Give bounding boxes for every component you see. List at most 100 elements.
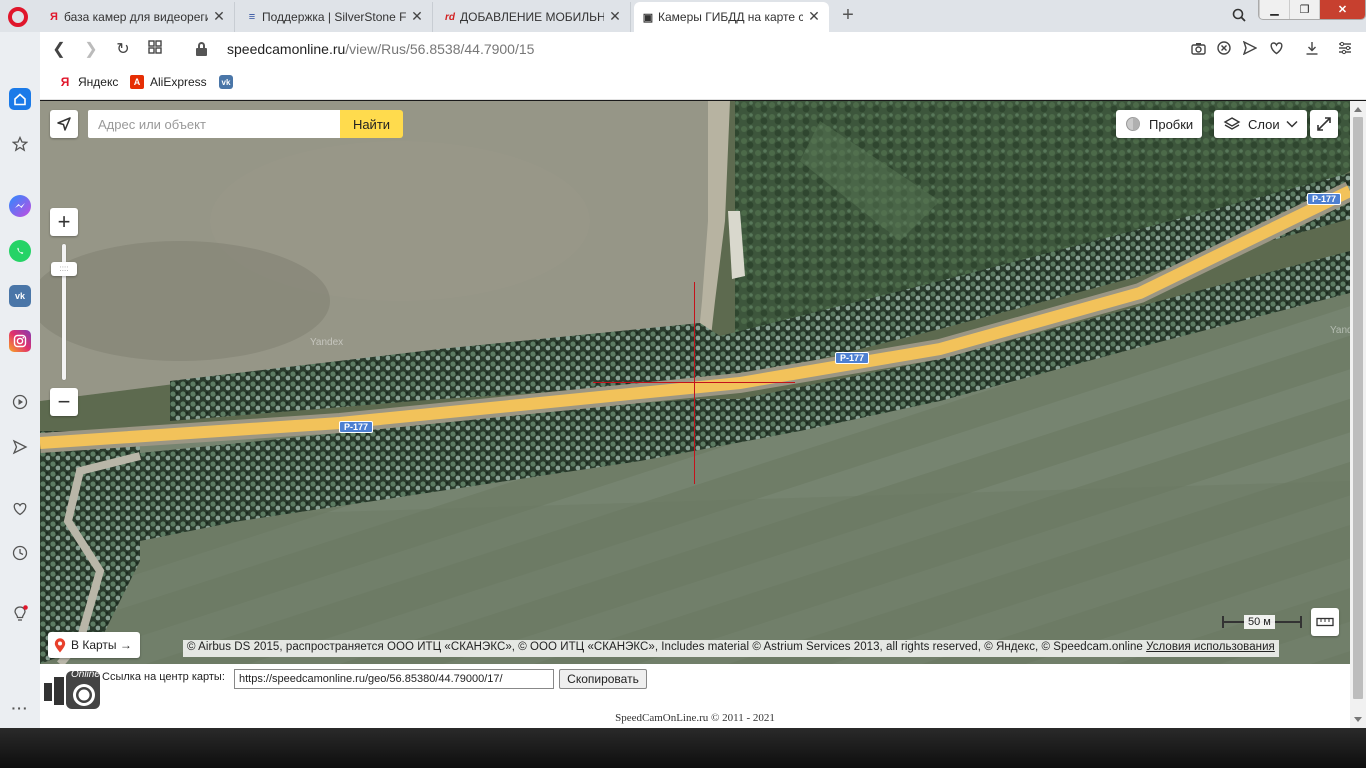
speedcam-icon: ▣	[642, 11, 654, 24]
map-center-crosshair	[593, 382, 795, 383]
bookmark-yandex[interactable]: Я Яндекс	[58, 75, 119, 89]
map-pin-icon	[54, 637, 66, 652]
find-button[interactable]: Найти	[340, 110, 403, 138]
speedcamonline-logo[interactable]: Online	[44, 669, 100, 709]
window-close-button[interactable]: ✕	[1319, 0, 1365, 19]
lock-icon[interactable]	[196, 42, 207, 56]
window-controls: ▁ ❐ ✕	[1258, 0, 1366, 20]
ruler-button[interactable]	[1311, 608, 1339, 636]
instagram-icon[interactable]	[9, 330, 31, 352]
tab-add-mobile[interactable]: rd ДОБАВЛЕНИЕ МОБИЛЬНЫХ ✕	[436, 2, 631, 32]
vk-icon: vk	[219, 75, 233, 89]
reload-button[interactable]: ↻	[113, 40, 133, 60]
zoom-slider-thumb[interactable]: ::::	[51, 262, 77, 277]
scroll-down-icon[interactable]	[1354, 717, 1362, 722]
scrollbar-thumb[interactable]	[1353, 117, 1363, 699]
chevron-down-icon	[1286, 120, 1298, 128]
url-host: speedcamonline.ru	[227, 41, 346, 57]
camera-icon[interactable]	[1189, 41, 1207, 59]
yandex-icon: Я	[50, 11, 58, 23]
map-center-crosshair	[694, 282, 695, 484]
adblock-icon[interactable]	[1215, 41, 1233, 59]
close-icon[interactable]: ✕	[806, 8, 822, 24]
road-badge: Р-177	[1307, 193, 1342, 205]
geolocation-button[interactable]	[50, 110, 78, 138]
map-viewport[interactable]: Yandex Yandex Р-177 Р-177 Р-177 Найти Пр…	[40, 101, 1350, 664]
whatsapp-icon[interactable]	[9, 240, 31, 262]
home-icon[interactable]	[9, 88, 31, 110]
close-icon[interactable]: ✕	[211, 8, 227, 24]
site-footer: SpeedCamOnLine.ru © 2011 - 2021	[615, 712, 775, 724]
tab-silverstone-support[interactable]: ≡ Поддержка | SilverStone F ✕	[238, 2, 433, 32]
url-path: /view/Rus/56.8538/44.7900/15	[345, 41, 535, 57]
scroll-up-icon[interactable]	[1354, 107, 1362, 112]
minimize-button[interactable]: ▁	[1259, 0, 1289, 19]
bookmark-vk[interactable]: vk	[219, 75, 233, 89]
send-icon[interactable]	[1241, 40, 1259, 59]
restore-button[interactable]: ❐	[1289, 0, 1319, 19]
silverstone-icon: ≡	[248, 11, 256, 23]
history-icon[interactable]	[9, 542, 31, 564]
search-tabs-icon[interactable]	[1229, 5, 1249, 25]
bookmark-label: AliExpress	[150, 75, 207, 89]
bookmark-label: Яндекс	[78, 75, 119, 89]
tab-title: база камер для видеорегистр	[64, 10, 208, 24]
terms-of-use-link[interactable]: Условия использования	[1146, 641, 1275, 653]
bookmark-aliexpress[interactable]: A AliExpress	[130, 75, 207, 89]
new-tab-button[interactable]: +	[838, 4, 858, 26]
vk-icon[interactable]: vk	[9, 285, 31, 307]
copy-link-button[interactable]: Скопировать	[559, 669, 647, 689]
layers-button[interactable]: Слои	[1214, 110, 1307, 138]
map-watermark: Yandex	[310, 337, 344, 348]
tab-strip: Я база камер для видеорегистр ✕ ≡ Поддер…	[0, 0, 1366, 32]
forward-button[interactable]: ❯	[81, 40, 101, 60]
download-icon[interactable]	[1303, 41, 1321, 59]
more-icon[interactable]: ···	[9, 697, 31, 719]
page-scrollbar[interactable]	[1350, 101, 1366, 728]
player-icon[interactable]	[9, 391, 31, 413]
ruler-icon	[1316, 617, 1334, 627]
tab-gibdd-cameras[interactable]: ▣ Камеры ГИБДД на карте с ✕	[634, 2, 829, 32]
scale-bar: 50 м	[1222, 615, 1302, 629]
rd-icon: rd	[445, 11, 455, 23]
tab-camera-database[interactable]: Я база камер для видеорегистр ✕	[40, 2, 235, 32]
zoom-out-button[interactable]: −	[50, 388, 78, 416]
url-field[interactable]: speedcamonline.ru/view/Rus/56.8538/44.79…	[227, 41, 534, 57]
heart-icon[interactable]	[1267, 41, 1285, 59]
road-badge: Р-177	[339, 421, 374, 433]
expand-icon	[1317, 117, 1331, 131]
opera-sidebar: vk ···	[0, 32, 40, 728]
desktop-background	[0, 728, 1366, 768]
close-icon[interactable]: ✕	[409, 8, 425, 24]
map-watermark: Yandex	[1330, 325, 1350, 336]
speed-dial-icon[interactable]	[145, 40, 165, 60]
copyright-text: © Airbus DS 2015, распространяется ООО И…	[187, 641, 1143, 653]
layers-label: Слои	[1248, 116, 1280, 132]
tab-title: Поддержка | SilverStone F	[262, 10, 406, 24]
tab-title: Камеры ГИБДД на карте с	[658, 10, 803, 24]
address-search-input[interactable]	[88, 110, 340, 138]
send-icon[interactable]	[9, 436, 31, 458]
lightbulb-icon[interactable]	[9, 603, 31, 625]
back-button[interactable]: ❮	[49, 40, 69, 60]
messenger-icon[interactable]	[9, 195, 31, 217]
bookmarks-bar: Я Яндекс A AliExpress vk	[40, 68, 1366, 100]
aliexpress-icon: A	[130, 75, 144, 89]
close-icon[interactable]: ✕	[607, 8, 623, 24]
heart-icon[interactable]	[9, 497, 31, 519]
zoom-in-button[interactable]: +	[50, 208, 78, 236]
star-icon[interactable]	[9, 133, 31, 155]
traffic-button[interactable]: Пробки	[1116, 110, 1203, 138]
easy-setup-icon[interactable]	[1336, 41, 1354, 59]
traffic-label: Пробки	[1149, 116, 1194, 132]
fullscreen-button[interactable]	[1310, 110, 1338, 138]
traffic-icon	[1126, 117, 1140, 131]
layers-icon	[1223, 117, 1241, 130]
map-center-link-label: Ссылка на центр карты:	[102, 671, 225, 683]
opera-logo-icon[interactable]	[8, 7, 28, 27]
yandex-icon: Я	[60, 75, 70, 89]
open-in-yandex-maps-button[interactable]: В Карты →	[48, 632, 140, 658]
address-bar: ❮ ❯ ↻ speedcamonline.ru/view/Rus/56.8538…	[0, 32, 1366, 68]
scale-label: 50 м	[1244, 615, 1275, 629]
map-center-link-input[interactable]	[234, 669, 554, 689]
